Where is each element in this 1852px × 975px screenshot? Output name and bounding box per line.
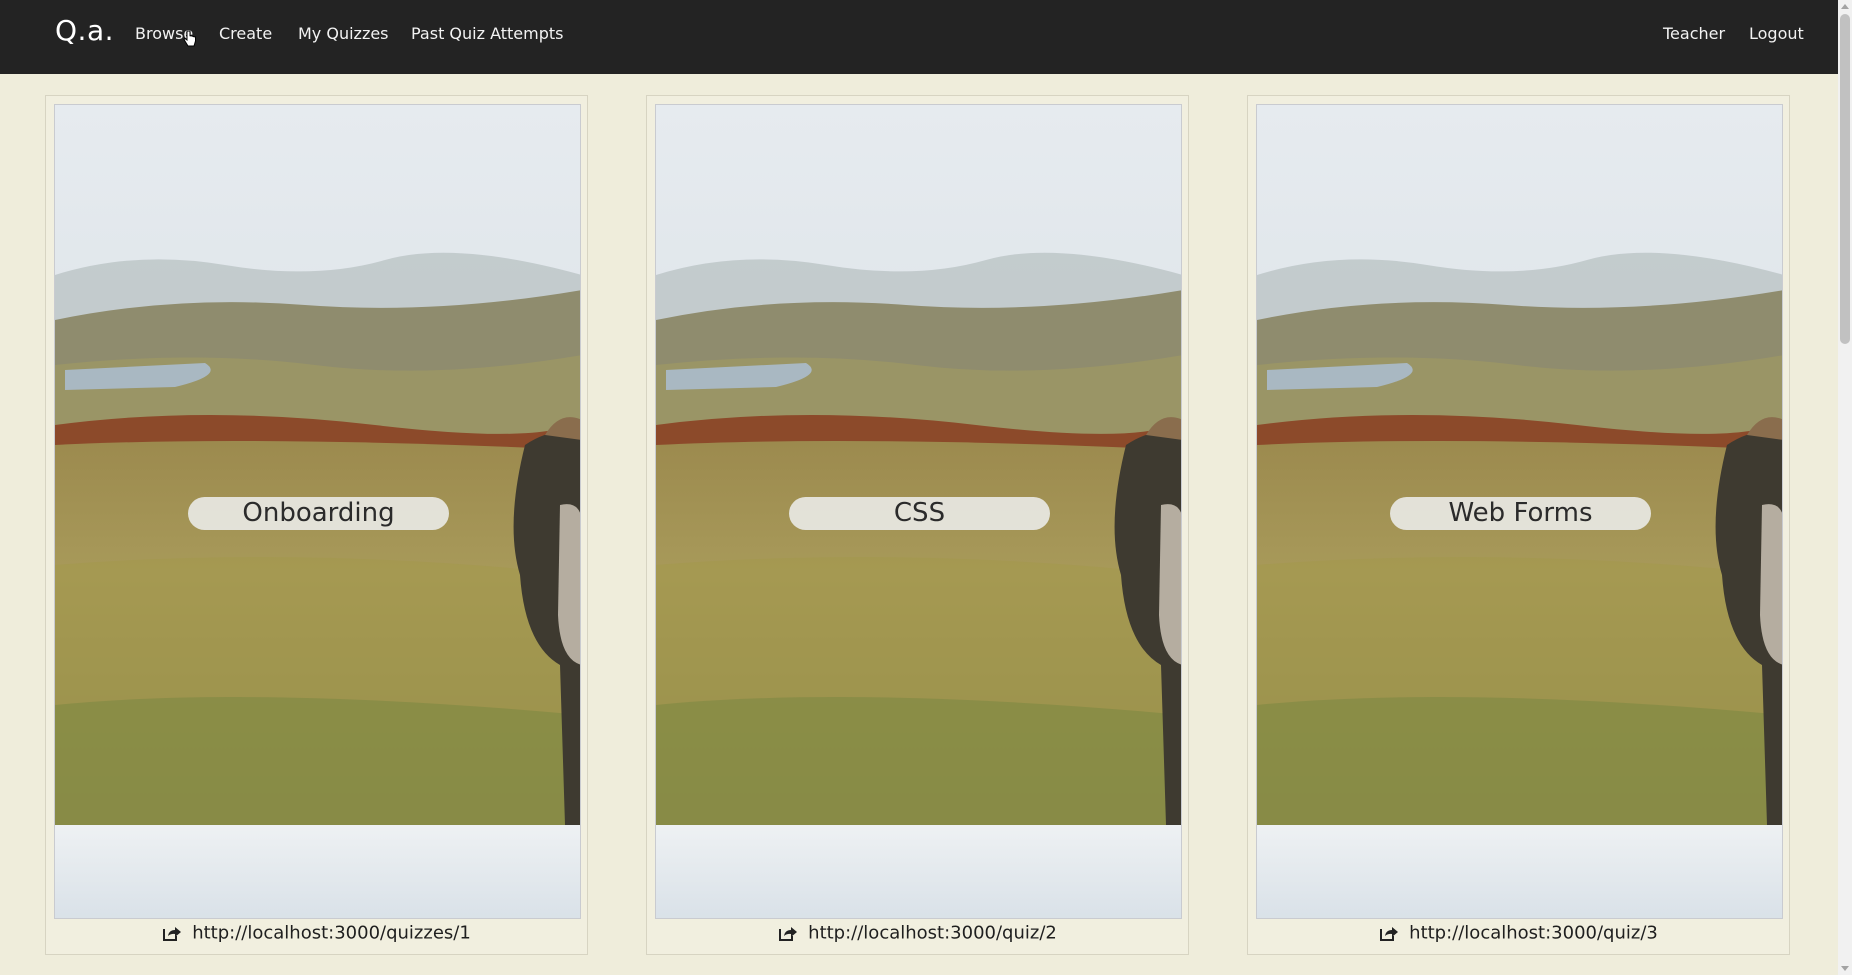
scroll-up-arrow-icon[interactable] [1841, 4, 1849, 9]
nav-logout[interactable]: Logout [1749, 24, 1804, 43]
quiz-card[interactable]: Web Forms http://localhost:3000/quiz/3 [1247, 95, 1790, 955]
quiz-card-image[interactable]: CSS [655, 104, 1182, 919]
hand-pointer-icon [183, 30, 196, 47]
share-icon [779, 927, 798, 941]
quiz-link-text[interactable]: http://localhost:3000/quiz/2 [808, 923, 1057, 944]
quiz-card[interactable]: CSS http://localhost:3000/quiz/2 [646, 95, 1189, 955]
quiz-title: CSS [789, 497, 1050, 530]
quiz-share-link[interactable]: http://localhost:3000/quiz/3 [1248, 922, 1789, 952]
nav-user-teacher[interactable]: Teacher [1663, 24, 1725, 43]
page-scrollbar[interactable] [1838, 0, 1852, 975]
share-icon [163, 927, 182, 941]
scroll-thumb[interactable] [1840, 14, 1850, 344]
quiz-card-image[interactable]: Onboarding [54, 104, 581, 919]
quiz-card[interactable]: Onboarding http://localhost:3000/quizzes… [45, 95, 588, 955]
brand-logo[interactable]: Q.a. [55, 14, 114, 47]
share-icon [1380, 927, 1399, 941]
quiz-link-text[interactable]: http://localhost:3000/quizzes/1 [192, 923, 471, 944]
quiz-share-link[interactable]: http://localhost:3000/quiz/2 [647, 922, 1188, 952]
quiz-title: Web Forms [1390, 497, 1651, 530]
nav-past-quiz-attempts[interactable]: Past Quiz Attempts [411, 24, 564, 43]
nav-my-quizzes[interactable]: My Quizzes [298, 24, 389, 43]
scroll-down-arrow-icon[interactable] [1841, 966, 1849, 971]
nav-create[interactable]: Create [219, 24, 272, 43]
quiz-title: Onboarding [188, 497, 449, 530]
quiz-share-link[interactable]: http://localhost:3000/quizzes/1 [46, 922, 587, 952]
quiz-card-image[interactable]: Web Forms [1256, 104, 1783, 919]
top-navbar: Q.a. Browse Create My Quizzes Past Quiz … [0, 0, 1838, 74]
quiz-link-text[interactable]: http://localhost:3000/quiz/3 [1409, 923, 1658, 944]
